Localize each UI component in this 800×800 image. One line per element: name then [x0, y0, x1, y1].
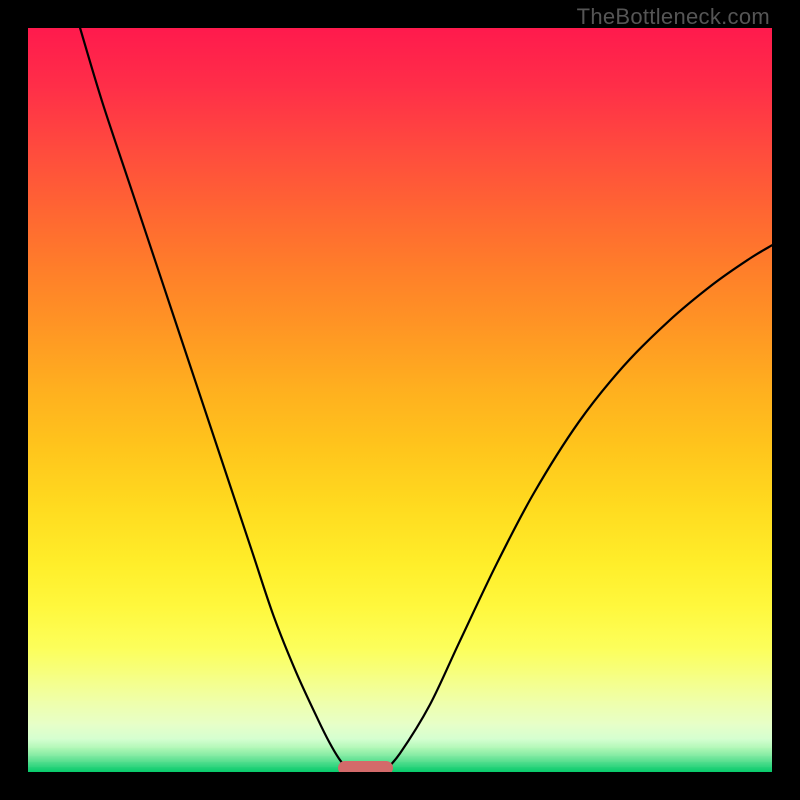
- chart-frame: TheBottleneck.com: [0, 0, 800, 800]
- plot-area: [28, 28, 772, 772]
- bottleneck-curve-left: [80, 28, 352, 772]
- bottleneck-curve-right: [384, 245, 772, 772]
- minimum-marker: [338, 761, 392, 772]
- watermark-text: TheBottleneck.com: [577, 4, 770, 30]
- curve-layer: [28, 28, 772, 772]
